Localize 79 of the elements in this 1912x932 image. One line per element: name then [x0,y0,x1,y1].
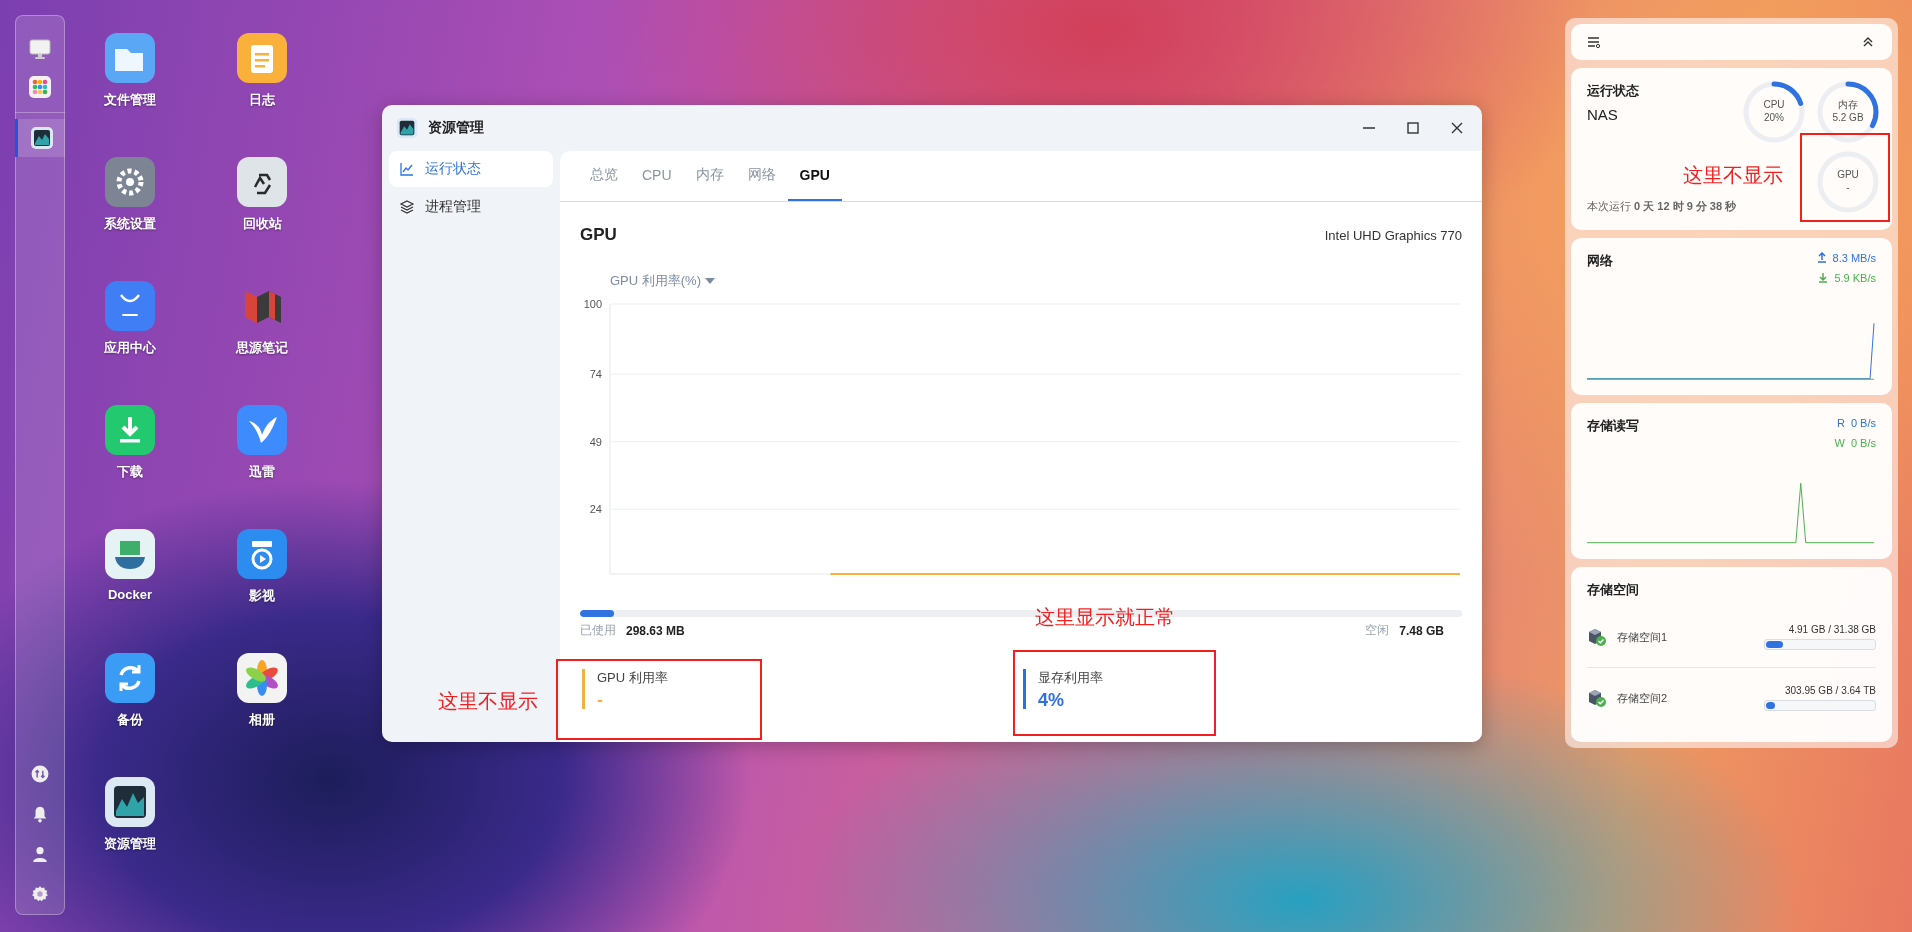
desktop-app[interactable]: 系统设置 [75,157,185,281]
settings-icon[interactable] [31,885,49,903]
card-title: 存储读写 [1587,416,1639,435]
desktop-app[interactable]: 相册 [207,653,317,777]
maximize-icon[interactable] [1406,121,1420,135]
desktop-app[interactable]: 应用中心 [75,281,185,405]
sidebar-item[interactable]: 运行状态 [389,151,553,187]
filter-list-icon[interactable] [1587,35,1601,48]
section-title: GPU [580,225,617,245]
sidebar-item[interactable]: 进程管理 [389,189,553,225]
host-name: NAS [1587,105,1619,123]
desktop-app[interactable]: 资源管理 [75,777,185,901]
gauge-label: 内存 [1838,100,1858,111]
stat-label: 显存利用率 [1038,669,1103,687]
annotation-text: 这里不显示 [438,689,538,714]
axis-label: 74 [589,368,602,381]
desktop-app[interactable]: 影视 [207,529,317,653]
card-title: 网络 [1587,252,1613,270]
bell-icon[interactable] [31,805,49,823]
device-name: Intel UHD Graphics 770 [1324,227,1462,243]
axis-label: 24 [589,503,602,516]
tab[interactable]: 总览 [578,151,630,201]
desktop-app[interactable]: Docker [75,529,185,653]
line-chart-icon [399,161,415,177]
transfer-icon[interactable] [31,765,49,783]
volume-name: 存储空间1 [1617,629,1669,645]
card-title: 存储空间 [1587,581,1640,599]
uptime-text: 本次运行 0 天 12 时 9 分 38 秒 [1587,199,1737,214]
volume-usage: 303.95 GB / 3.64 TB [1785,685,1876,696]
upload-rate: 8.3 MB/s [1816,252,1876,264]
gauge-label: GPU [1837,170,1859,181]
axis-label: 100 [583,298,602,310]
stat-value: 4% [1038,690,1065,711]
metric-dropdown[interactable]: GPU 利用率(%) [610,272,715,290]
tab[interactable]: CPU [630,151,684,201]
tab[interactable]: GPU [787,151,842,201]
gauge-value: - [1846,183,1850,194]
write-rate: W 0 B/s [1834,436,1876,449]
double-chevron-up-icon[interactable] [1862,35,1874,48]
disk-ok-icon [1587,627,1607,647]
used-label: 已使用 [580,622,616,639]
desktop-app[interactable]: 备份 [75,653,185,777]
gauge-label: CPU [1763,100,1785,111]
desktop-app[interactable]: 回收站 [207,157,317,281]
window-title: 资源管理 [428,119,484,137]
user-icon[interactable] [31,845,49,863]
card-title: 运行状态 [1587,81,1640,100]
stat-value: - [597,690,604,711]
volume-name: 存储空间2 [1617,690,1669,706]
desktop-app[interactable]: 下载 [75,405,185,529]
monitor-icon [28,37,52,61]
tab[interactable]: 内存 [683,151,736,201]
disk-ok-icon [1587,688,1607,708]
read-rate: R 0 B/s [1836,416,1876,429]
download-rate: 5.9 KB/s [1818,272,1876,284]
caret-icon [705,278,715,284]
volume-usage: 4.91 GB / 31.38 GB [1788,624,1876,635]
desktop-app[interactable]: 日志 [207,33,317,157]
stat-label: GPU 利用率 [597,669,668,687]
close-icon[interactable] [1450,121,1464,135]
gauge-value: 5.2 GB [1832,113,1864,124]
annotation-text: 这里显示就正常 [1035,605,1175,630]
upload-icon [1816,252,1827,264]
tab[interactable]: 网络 [735,151,788,201]
layers-icon [399,199,415,215]
desktop-app[interactable]: 文件管理 [75,33,185,157]
gauge-value: 20% [1764,113,1784,124]
annotation-text: 这里不显示 [1683,163,1783,188]
chart-icon [396,117,418,139]
app-grid-icon [28,75,52,99]
free-label: 空闲 [1365,622,1390,639]
used-value: 298.63 MB [626,623,685,638]
desktop-app[interactable]: 思源笔记 [207,281,317,405]
dock-item[interactable] [15,119,65,157]
chart-icon [29,126,54,150]
axis-label: 49 [589,435,602,448]
free-value: 7.48 GB [1399,623,1444,638]
download-icon [1818,272,1829,284]
desktop-app[interactable]: 迅雷 [207,405,317,529]
